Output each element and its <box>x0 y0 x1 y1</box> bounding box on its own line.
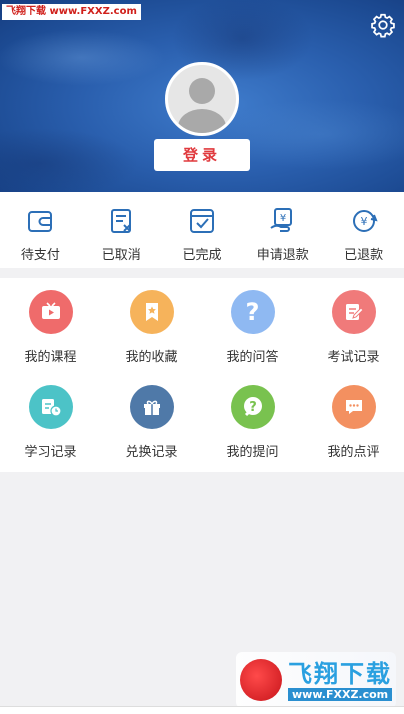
video-course-icon <box>28 290 73 334</box>
grid-label: 我的课程 <box>24 350 77 365</box>
star-bookmark-icon <box>129 290 174 334</box>
order-refunded[interactable]: ¥ 已退款 <box>323 192 404 268</box>
login-button[interactable]: 登录 <box>154 139 250 171</box>
grid-label: 兑换记录 <box>125 445 178 460</box>
gear-icon[interactable] <box>370 12 396 38</box>
grid-label: 考试记录 <box>327 350 380 365</box>
svg-text:¥: ¥ <box>360 215 367 228</box>
order-pending-payment[interactable]: 待支付 <box>0 192 81 268</box>
grid-item-my-favorites[interactable]: 我的收藏 <box>101 278 202 368</box>
order-label: 待支付 <box>20 248 60 263</box>
grid-item-my-qa[interactable]: ? 我的问答 <box>202 278 303 368</box>
wallet-icon <box>28 211 53 232</box>
grid-item-my-reviews[interactable]: 我的点评 <box>303 373 404 463</box>
grid-label: 我的问答 <box>226 350 279 365</box>
order-label: 已退款 <box>344 248 384 263</box>
question-bubble-icon: ? <box>230 385 275 429</box>
order-label: 已完成 <box>182 248 222 263</box>
profile-header: 飞翔下载 www.FXXZ.com 登录 <box>0 0 404 192</box>
grid-item-study-records[interactable]: 学习记录 <box>0 373 101 463</box>
svg-text:?: ? <box>249 400 257 415</box>
question-icon: ? <box>230 290 275 334</box>
completed-check-icon <box>189 209 214 233</box>
order-label: 申请退款 <box>256 248 309 263</box>
svg-text:¥: ¥ <box>280 213 286 224</box>
exam-pencil-icon <box>331 290 376 334</box>
order-refund-request[interactable]: ¥ 申请退款 <box>242 192 323 268</box>
comment-icon <box>331 385 376 429</box>
order-completed[interactable]: 已完成 <box>162 192 243 268</box>
bottom-tab-bar <box>0 706 404 714</box>
watermark-url: www.FXXZ.com <box>288 687 393 701</box>
grid-item-redeem-records[interactable]: 兑换记录 <box>101 373 202 463</box>
grid-label: 我的收藏 <box>125 350 178 365</box>
refunded-yen-icon: ¥ <box>352 210 378 232</box>
brand-watermark: 飞翔下载 www.FXXZ.com <box>236 652 396 708</box>
watermark-title: 飞翔下载 <box>288 659 392 688</box>
fxxz-logo-icon <box>240 659 282 701</box>
grid-label: 我的提问 <box>226 445 279 460</box>
grid-item-my-courses[interactable]: 我的课程 <box>0 278 101 368</box>
gift-icon <box>129 385 174 429</box>
grid-label: 学习记录 <box>24 445 77 460</box>
site-watermark: 飞翔下载 www.FXXZ.com <box>2 4 141 20</box>
cancelled-doc-icon <box>111 209 132 233</box>
avatar[interactable] <box>165 62 239 136</box>
order-status-row: 待支付 已取消 已完成 ¥ 申请退款 ¥ 已退款 <box>0 192 404 268</box>
study-clock-icon <box>28 385 73 429</box>
refund-request-icon: ¥ <box>270 208 292 232</box>
grid-item-my-questions[interactable]: ? 我的提问 <box>202 373 303 463</box>
order-cancelled[interactable]: 已取消 <box>81 192 162 268</box>
grid-label: 我的点评 <box>327 445 380 460</box>
feature-grid: 我的课程 我的收藏 ? 我的问答 考试记录 学习记录 兑换记录 ? 我的提问 我… <box>0 278 404 472</box>
grid-item-exam-records[interactable]: 考试记录 <box>303 278 404 368</box>
default-user-icon <box>178 78 226 133</box>
order-label: 已取消 <box>101 248 141 263</box>
